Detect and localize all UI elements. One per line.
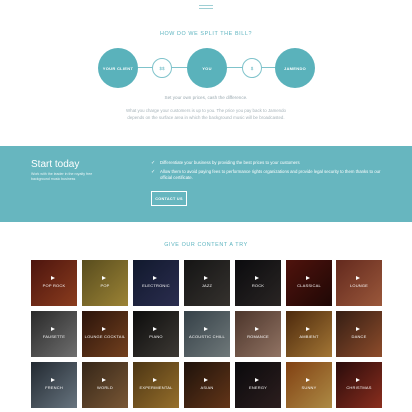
play-icon[interactable] [204, 276, 208, 280]
play-icon[interactable] [153, 276, 157, 280]
split-caption: Set your own prices, cash the difference… [164, 95, 248, 100]
genre-tile[interactable]: POP [82, 260, 128, 306]
genre-tile[interactable]: LOUNGE COCKTAIL [82, 311, 128, 357]
genre-label: FRENCH [45, 385, 63, 390]
play-icon[interactable] [306, 378, 310, 382]
top-divider [199, 5, 213, 9]
check-icon: ✓ [151, 160, 156, 166]
genre-tile[interactable]: CLASSICAL [286, 260, 332, 306]
genre-label: CLASSICAL [297, 283, 321, 288]
play-icon[interactable] [306, 276, 310, 280]
money-node-2: $ [242, 58, 262, 78]
play-icon[interactable] [153, 378, 157, 382]
play-icon[interactable] [255, 378, 259, 382]
benefit-list: ✓ Differentiate your business by providi… [151, 160, 381, 184]
benefit-item: ✓ Differentiate your business by providi… [151, 160, 381, 166]
check-icon: ✓ [151, 169, 156, 175]
genre-label: CHRISTMAS [346, 385, 372, 390]
play-icon[interactable] [356, 276, 360, 280]
genre-tile[interactable]: FAUSETTE [31, 311, 77, 357]
genre-label: ASIAN [200, 385, 214, 390]
genre-tile[interactable]: AMBIENT [286, 311, 332, 357]
band-title: Start today [31, 159, 80, 170]
play-icon[interactable] [153, 327, 157, 331]
genre-tile[interactable]: ELECTRONIC [133, 260, 179, 306]
play-icon[interactable] [356, 327, 360, 331]
genre-label: LOUNGE [349, 283, 369, 288]
jamendo-node: JAMENDO [275, 48, 315, 88]
genre-tile[interactable]: SUNNY [286, 362, 332, 408]
start-today-band: Start today Work with the leader in the … [0, 146, 412, 222]
play-icon[interactable] [204, 378, 208, 382]
genre-tile[interactable]: ROMANCE [235, 311, 281, 357]
money-node-1: $$ [152, 58, 172, 78]
genre-tile[interactable]: ENERGY [235, 362, 281, 408]
play-icon[interactable] [255, 327, 259, 331]
genre-label: FAUSETTE [42, 334, 66, 339]
genre-label: ACOUSTIC CHILL [189, 334, 225, 339]
genre-label: ELECTRONIC [142, 283, 170, 288]
genre-tile[interactable]: PIANO [133, 311, 179, 357]
play-icon[interactable] [306, 327, 310, 331]
genre-tile[interactable]: CHRISTMAS [336, 362, 382, 408]
genre-label: ENERGY [248, 385, 268, 390]
genre-label: EXPERIMENTAL [139, 385, 173, 390]
genre-tile[interactable]: DANCE [336, 311, 382, 357]
benefit-item: ✓ Allow them to avoid paying fees to per… [151, 169, 381, 181]
band-subtitle: Work with the leader in the royalty free… [31, 172, 93, 181]
benefit-text: Differentiate your business by providing… [160, 160, 300, 165]
genre-label: PIANO [149, 334, 163, 339]
genre-tile[interactable]: JAZZ [184, 260, 230, 306]
genre-tile[interactable]: LOUNGE [336, 260, 382, 306]
split-section-title: HOW DO WE SPLIT THE BILL? [159, 31, 253, 37]
play-icon[interactable] [102, 327, 106, 331]
genre-tile[interactable]: EXPERIMENTAL [133, 362, 179, 408]
genre-label: LOUNGE COCKTAIL [84, 334, 126, 339]
play-icon[interactable] [255, 276, 259, 280]
genre-tile[interactable]: ASIAN [184, 362, 230, 408]
contact-us-button[interactable]: CONTACT US [151, 191, 187, 206]
play-icon[interactable] [51, 378, 55, 382]
genre-tile[interactable]: POP ROCK [31, 260, 77, 306]
play-icon[interactable] [51, 276, 55, 280]
try-section-title: GIVE OUR CONTENT A TRY [164, 242, 248, 248]
play-icon[interactable] [102, 276, 106, 280]
play-icon[interactable] [51, 327, 55, 331]
genre-tile[interactable]: ACOUSTIC CHILL [184, 311, 230, 357]
bill-split-diagram: YOUR CLIENT $$ YOU $ JAMENDO [0, 48, 412, 88]
genre-label: JAZZ [201, 283, 213, 288]
play-icon[interactable] [102, 378, 106, 382]
genre-label: ROCK [251, 283, 265, 288]
split-paragraph: What you charge your customers is up to … [125, 108, 287, 120]
benefit-text: Allow them to avoid paying fees to perfo… [160, 169, 381, 180]
play-icon[interactable] [204, 327, 208, 331]
genre-label: SUNNY [301, 385, 317, 390]
genre-tile[interactable]: ROCK [235, 260, 281, 306]
client-node: YOUR CLIENT [98, 48, 138, 88]
play-icon[interactable] [356, 378, 360, 382]
genre-label: WORLD [97, 385, 113, 390]
genre-label: POP [100, 283, 110, 288]
genre-tile[interactable]: FRENCH [31, 362, 77, 408]
genre-tile[interactable]: WORLD [82, 362, 128, 408]
genre-label: POP ROCK [42, 283, 66, 288]
genre-label: AMBIENT [299, 334, 319, 339]
genre-label: ROMANCE [247, 334, 269, 339]
genre-label: DANCE [351, 334, 367, 339]
you-node: YOU [187, 48, 227, 88]
